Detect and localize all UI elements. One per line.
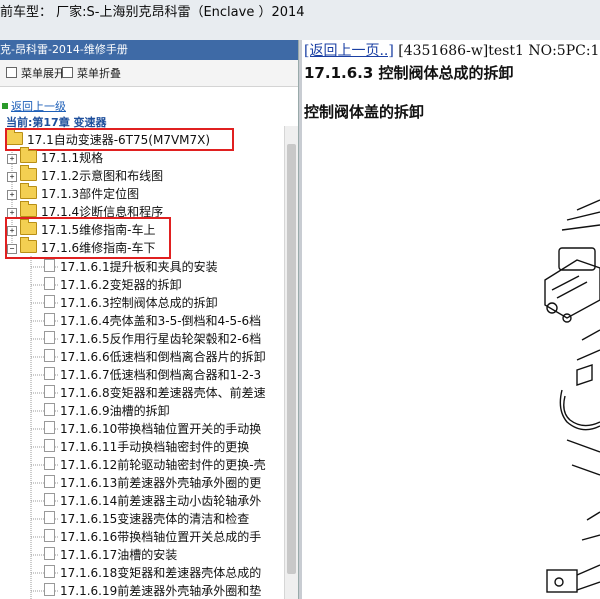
document-icon [44,493,55,506]
tree-page-item[interactable]: 17.1.6.9油槽的拆卸 [44,402,170,420]
document-icon [44,367,55,380]
highlight-box-root [5,128,234,151]
document-icon [44,421,55,434]
tree-page-item[interactable]: 17.1.6.13前差速器外壳轴承外圈的更 [44,474,261,492]
tree-page-item[interactable]: 17.1.6.15变速器壳体的清洁和检查 [44,510,249,528]
document-icon [44,403,55,416]
tree-page-item[interactable]: 17.1.6.6低速档和倒档离合器片的拆卸 [44,348,266,366]
tree-page-label: 17.1.6.6低速档和倒档离合器片的拆卸 [60,350,266,364]
document-icon [44,511,55,524]
tree-page-item[interactable]: 17.1.6.1提升板和夹具的安装 [44,258,218,276]
document-icon [44,259,55,272]
tree-page-item[interactable]: 17.1.6.17油槽的安装 [44,546,177,564]
tree-page-item[interactable]: 17.1.6.14前差速器主动小齿轮轴承外 [44,492,261,510]
tree-page-label: 17.1.6.14前差速器主动小齿轮轴承外 [60,494,262,508]
document-icon [44,547,55,560]
tree-page-item[interactable]: 17.1.6.7低速档和倒档离合器和1-2-3 [44,366,261,384]
doc-info-text: [4351686-w]test1 NO:5PC:1 [398,43,600,59]
content-panel: [返回上一页..] [4351686-w]test1 NO:5PC:1 17.1… [302,40,600,599]
tree-page-label: 17.1.6.2变矩器的拆卸 [60,278,182,292]
tree-page-label: 17.1.6.12前轮驱动轴密封件的更换-壳 [60,458,266,472]
tree-page-label: 17.1.6.17油槽的安装 [60,548,178,562]
tree-page-label: 17.1.6.1提升板和夹具的安装 [60,260,218,274]
tree-page-label: 17.1.6.13前差速器外壳轴承外圈的更 [60,476,262,490]
document-icon [44,439,55,452]
folder-icon [20,201,37,217]
section-title: 17.1.6.3 控制阀体总成的拆卸 [304,64,514,82]
left-nav-panel: 克-昂科雷-2014-维修手册 菜单展开 菜单折叠 返回上一级 当前:第17章 … [0,40,298,599]
subsection-title: 控制阀体盖的拆卸 [304,103,425,121]
tree-page-label: 17.1.6.10带换档轴位置开关的手动换 [60,422,262,436]
expand-toggle-icon[interactable]: + [7,154,17,164]
tree-page-label: 17.1.6.9油槽的拆卸 [60,404,170,418]
tree-page-item[interactable]: 17.1.6.19前差速器外壳轴承外圈和垫 [44,582,261,599]
document-icon [44,349,55,362]
folder-icon [20,183,37,199]
document-icon [44,385,55,398]
tree-folder-item[interactable]: +17.1.2示意图和布线图 [7,165,164,185]
tree-folder-label: 17.1.3部件定位图 [41,187,140,201]
document-icon [44,565,55,578]
document-icon [44,475,55,488]
tree-page-label: 17.1.6.16带换档轴位置开关总成的手 [60,530,262,544]
tree-page-label: 17.1.6.7低速档和倒档离合器和1-2-3 [60,368,262,382]
tree-page-label: 17.1.6.8变矩器和差速器壳体、前差速 [60,386,266,400]
window-title-bar: 前车型： 厂家:S-上海别克昂科雷（Enclave ）2014 [0,0,600,41]
valve-body-illustration [544,199,600,593]
document-icon [44,295,55,308]
highlight-box-folders [5,217,171,259]
document-icon [44,583,55,596]
folder-icon [20,165,37,181]
expand-toggle-icon[interactable]: + [7,190,17,200]
tree-page-item[interactable]: 17.1.6.3控制阀体总成的拆卸 [44,294,218,312]
tree-page-item[interactable]: 17.1.6.11手动换档轴密封件的更换 [44,438,249,456]
left-scrollbar[interactable] [284,126,298,599]
tree-folder-label: 17.1.1规格 [41,151,104,165]
tree-page-label: 17.1.6.11手动换档轴密封件的更换 [60,440,250,454]
document-icon [44,313,55,326]
tree-page-item[interactable]: 17.1.6.18变矩器和差速器壳体总成的 [44,564,261,582]
tree-page-label: 17.1.6.4壳体盖和3-5-倒档和4-5-6档 [60,314,262,328]
document-icon [44,277,55,290]
tree-page-label: 17.1.6.15变速器壳体的清洁和检查 [60,512,250,526]
tree-page-item[interactable]: 17.1.6.5反作用行星齿轮架毂和2-6档 [44,330,261,348]
tree-folder-label: 17.1.2示意图和布线图 [41,169,164,183]
tree-page-item[interactable]: 17.1.6.4壳体盖和3-5-倒档和4-5-6档 [44,312,261,330]
folder-icon [20,147,37,163]
tree-page-item[interactable]: 17.1.6.10带换档轴位置开关的手动换 [44,420,261,438]
document-icon [44,331,55,344]
tree-page-label: 17.1.6.5反作用行星齿轮架毂和2-6档 [60,332,262,346]
tree-page-label: 17.1.6.19前差速器外壳轴承外圈和垫 [60,584,262,598]
tree-page-item[interactable]: 17.1.6.16带换档轴位置开关总成的手 [44,528,261,546]
content-nav-line: [返回上一页..] [4351686-w]test1 NO:5PC:1 [304,40,599,60]
scrollbar-thumb[interactable] [287,144,296,574]
back-page-link[interactable]: [返回上一页..] [304,43,394,59]
tree-page-label: 17.1.6.3控制阀体总成的拆卸 [60,296,218,310]
expand-toggle-icon[interactable]: + [7,172,17,182]
tree-page-item[interactable]: 17.1.6.2变矩器的拆卸 [44,276,182,294]
window-title: 前车型： 厂家:S-上海别克昂科雷（Enclave ）2014 [0,5,305,20]
document-icon [44,457,55,470]
tree-page-label: 17.1.6.18变矩器和差速器壳体总成的 [60,566,262,580]
document-icon [44,529,55,542]
tree-page-item[interactable]: 17.1.6.12前轮驱动轴密封件的更换-壳 [44,456,266,474]
tree-page-item[interactable]: 17.1.6.8变矩器和差速器壳体、前差速 [44,384,266,402]
